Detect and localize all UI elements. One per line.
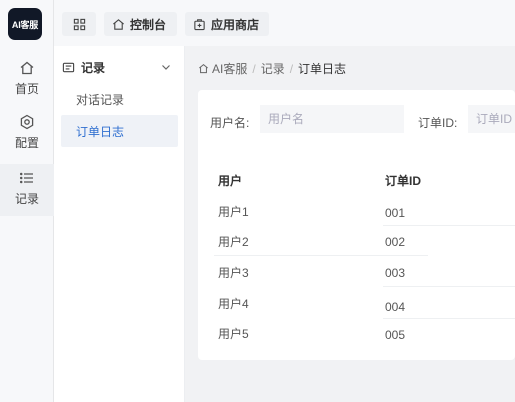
cell-user: 用户3 bbox=[218, 266, 249, 280]
tab-app-store[interactable]: 应用商店 bbox=[185, 12, 269, 36]
breadcrumb-separator: / bbox=[289, 61, 294, 76]
rail-item-label: 首页 bbox=[14, 82, 39, 96]
records-submenu: 记录 对话记录 订单日志 bbox=[54, 46, 185, 402]
rail-item-label: 配置 bbox=[14, 136, 39, 150]
home-icon bbox=[113, 18, 124, 30]
chevron-down-icon bbox=[162, 65, 170, 70]
username-input[interactable] bbox=[260, 105, 404, 133]
submenu-item-label: 对话记录 bbox=[76, 92, 125, 107]
breadcrumb-item[interactable]: AI客服 bbox=[212, 60, 247, 77]
column-header-user: 用户 bbox=[218, 174, 243, 188]
cell-order-id: 003 bbox=[385, 266, 406, 280]
tab-grid[interactable] bbox=[62, 12, 96, 36]
cell-order-id: 002 bbox=[385, 235, 406, 249]
home-icon bbox=[199, 63, 208, 74]
row-divider bbox=[383, 225, 515, 226]
list-icon bbox=[19, 172, 33, 184]
logo-text: AI客服 bbox=[11, 19, 39, 30]
cell-order-id: 004 bbox=[385, 300, 406, 314]
app-logo[interactable]: AI客服 bbox=[8, 8, 42, 40]
row-divider bbox=[383, 318, 515, 319]
rail-item-home[interactable]: 首页 bbox=[0, 60, 54, 106]
rail-item-config[interactable]: 配置 bbox=[0, 114, 54, 160]
settings-icon bbox=[20, 114, 34, 130]
cell-user: 用户4 bbox=[218, 297, 249, 311]
tab-label: 应用商店 bbox=[211, 17, 260, 32]
submenu-title: 记录 bbox=[81, 60, 106, 75]
submenu-item-chat-records[interactable]: 对话记录 bbox=[61, 83, 178, 115]
breadcrumb-current: 订单日志 bbox=[298, 62, 347, 76]
row-divider bbox=[214, 255, 428, 256]
username-label: 用户名: bbox=[210, 116, 250, 130]
order-log-card: 用户名: 订单ID: 用户 订单ID 用户1 001 用户2 002 用户3 0… bbox=[198, 90, 515, 360]
tab-label: 控制台 bbox=[130, 17, 167, 32]
cell-user: 用户2 bbox=[218, 235, 249, 249]
records-icon bbox=[62, 62, 75, 72]
breadcrumb-separator: / bbox=[252, 61, 256, 76]
top-tab-bar: 控制台 应用商店 bbox=[54, 0, 515, 46]
cell-user: 用户1 bbox=[218, 205, 249, 219]
cell-user: 用户5 bbox=[218, 327, 249, 341]
rail-item-records[interactable]: 记录 bbox=[0, 164, 54, 216]
nav-rail: AI客服 首页 配置 记录 bbox=[0, 0, 54, 402]
order-id-input[interactable] bbox=[468, 105, 515, 133]
cell-order-id: 001 bbox=[385, 206, 406, 220]
breadcrumb-item[interactable]: 记录 bbox=[261, 60, 285, 77]
column-header-order-id: 订单ID bbox=[385, 174, 422, 188]
order-id-label: 订单ID: bbox=[418, 116, 458, 130]
store-icon bbox=[194, 18, 205, 30]
submenu-item-label: 订单日志 bbox=[76, 124, 125, 139]
submenu-item-order-log[interactable]: 订单日志 bbox=[61, 115, 178, 147]
tab-console[interactable]: 控制台 bbox=[104, 12, 177, 36]
home-icon bbox=[20, 61, 34, 75]
submenu-header-records[interactable]: 记录 bbox=[62, 58, 180, 76]
cell-order-id: 005 bbox=[385, 328, 406, 342]
grid-icon bbox=[73, 18, 85, 30]
rail-item-label: 记录 bbox=[14, 192, 39, 206]
row-divider bbox=[383, 286, 515, 287]
breadcrumb: AI客服 / 记录 / 订单日志 bbox=[198, 60, 346, 77]
